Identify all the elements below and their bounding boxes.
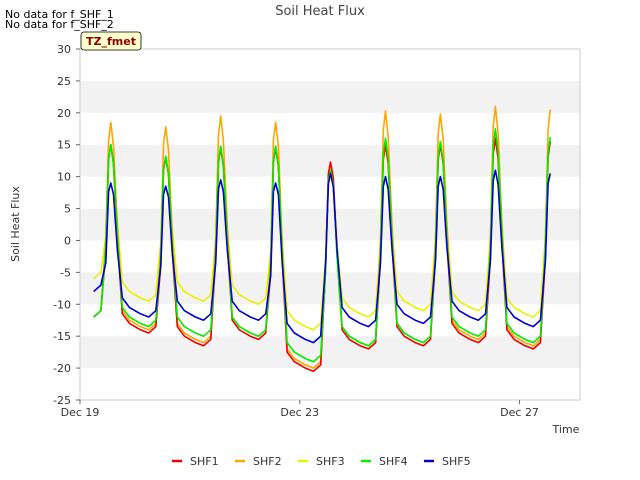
grid-band (80, 80, 580, 113)
legend-label-shf5: SHF5 (442, 455, 471, 468)
soil-heat-flux-chart: -25-20-15-10-5051015202530 Dec 19 Dec 23 D… (9, 4, 581, 468)
x-tick-label: Dec 23 (280, 406, 319, 419)
y-tick-label: -10 (53, 298, 71, 311)
grid-band (80, 368, 580, 400)
y-tick-label: 30 (57, 43, 71, 56)
y-tick-label: 15 (57, 139, 71, 152)
y-tick-label: 20 (57, 107, 71, 120)
chart-title: Soil Heat Flux (275, 4, 365, 19)
x-axis-label: Time (552, 423, 580, 436)
y-tick-label: 25 (57, 75, 71, 88)
y-tick-label: -15 (53, 330, 71, 343)
grid-bands (80, 49, 580, 400)
legend-label-shf3: SHF3 (316, 455, 345, 468)
y-tick-label: 10 (57, 171, 71, 184)
legend-label-shf2: SHF2 (253, 455, 282, 468)
y-tick-label: 5 (64, 203, 71, 216)
x-tick-label: Dec 27 (500, 406, 539, 419)
grid-band (80, 336, 580, 369)
grid-band (80, 208, 580, 241)
x-axis-ticks: Dec 19Dec 23Dec 27Dec 31Jan 4 (61, 400, 539, 419)
badge-label: TZ_fmet (86, 35, 136, 48)
grid-band (80, 176, 580, 209)
y-tick-label: -5 (60, 266, 71, 279)
grid-band (80, 112, 580, 145)
grid-band (80, 49, 580, 81)
y-tick-label: 0 (64, 234, 71, 247)
y-axis-ticks: -25-20-15-10-5051015202530 (53, 43, 80, 407)
legend-label-shf1: SHF1 (190, 455, 219, 468)
legend-label-shf4: SHF4 (379, 455, 408, 468)
y-axis-label: Soil Heat Flux (9, 186, 22, 262)
legend: SHF1 SHF2 SHF3 SHF4 SHF5 (172, 455, 471, 468)
y-tick-label: -20 (53, 362, 71, 375)
x-tick-label: Dec 19 (61, 406, 100, 419)
